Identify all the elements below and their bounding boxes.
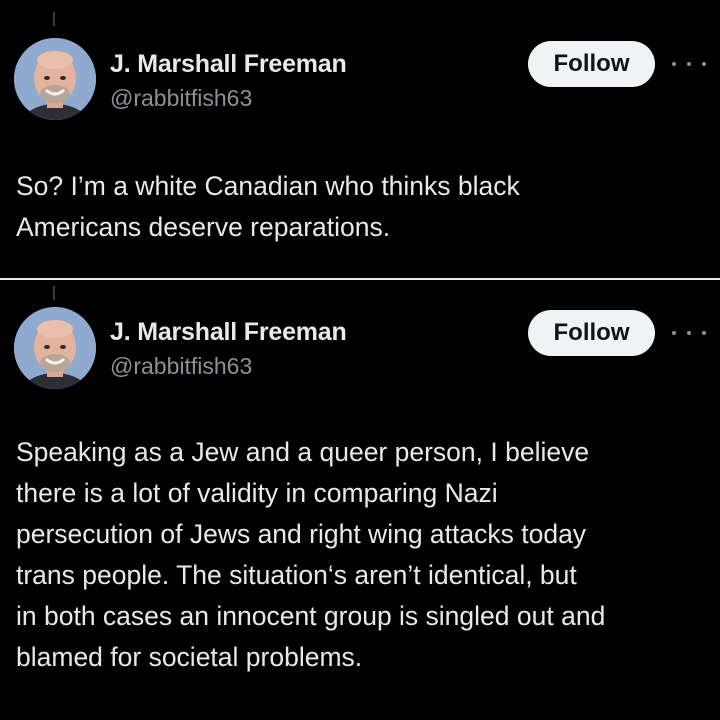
follow-button[interactable]: Follow (528, 41, 655, 87)
author-name[interactable]: J. Marshall Freeman (110, 318, 347, 347)
tweet-text: Speaking as a Jew and a queer person, I … (16, 437, 606, 672)
tweet-card: J. Marshall Freeman @rabbitfish63 Follow… (0, 0, 720, 278)
tweet-text: So? I’m a white Canadian who thinks blac… (16, 171, 520, 242)
tweet-card: J. Marshall Freeman @rabbitfish63 Follow… (0, 280, 720, 720)
avatar[interactable] (14, 38, 96, 120)
author-name[interactable]: J. Marshall Freeman (110, 50, 347, 79)
thread-connector-line (53, 286, 55, 300)
thread-connector-line (53, 12, 55, 26)
author-handle[interactable]: @rabbitfish63 (110, 353, 252, 380)
avatar[interactable] (14, 307, 96, 389)
author-handle[interactable]: @rabbitfish63 (110, 85, 252, 112)
more-options-icon[interactable] (672, 328, 706, 338)
more-options-icon[interactable] (672, 59, 706, 69)
follow-button[interactable]: Follow (528, 310, 655, 356)
